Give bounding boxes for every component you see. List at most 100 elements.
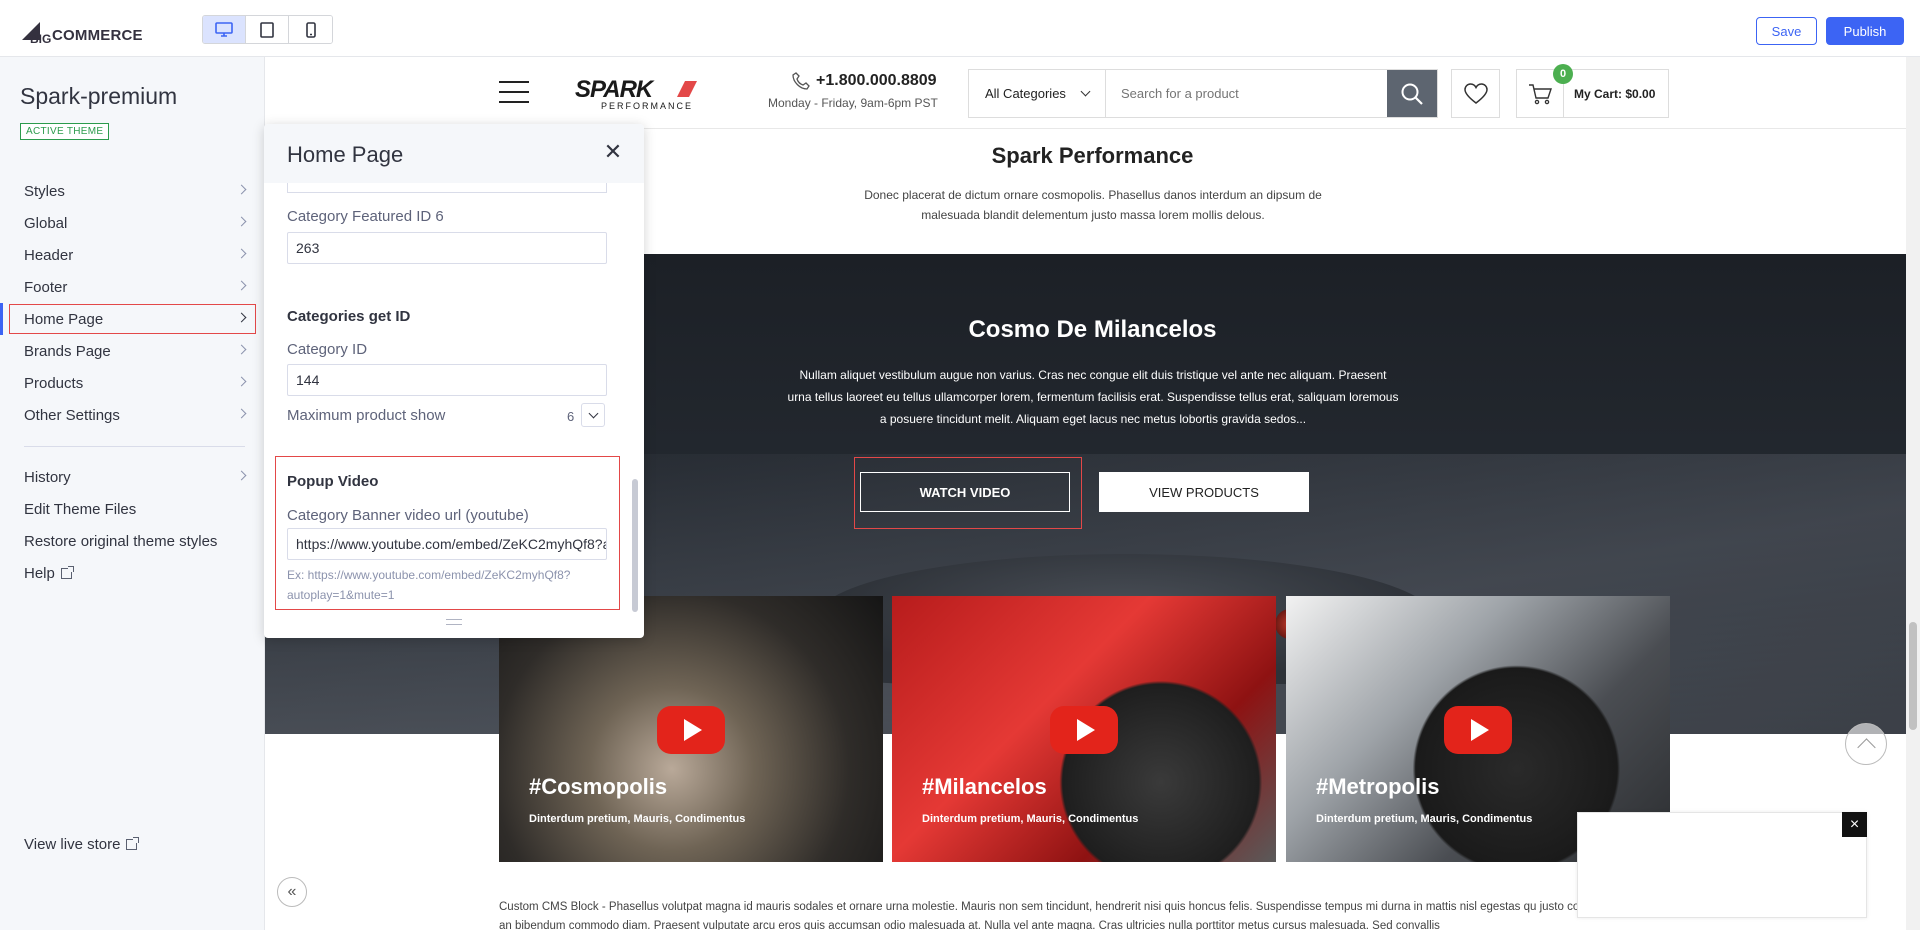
collapse-sidebar-button[interactable]: « [277,877,307,907]
cart-button[interactable]: 0 My Cart: $0.00 [1516,64,1669,118]
video-card-subtitle: Dinterdum pretium, Mauris, Condimentus [529,813,746,825]
chevron-down-icon [588,408,598,419]
cart-icon [1529,83,1552,104]
hamburger-menu-icon[interactable] [499,81,529,103]
sidebar-item-label: Help [24,564,55,582]
cart-icon-wrap: 0 [1517,64,1573,117]
spark-performance-logo[interactable]: SPARK PERFORMANCE [573,75,733,111]
sidebar-item-edit-theme-files[interactable]: Edit Theme Files [0,493,265,525]
sidebar-item-label: Global [24,214,68,232]
previous-field-input[interactable] [287,183,607,193]
sidebar-item-history[interactable]: History [0,461,265,493]
chevron-right-icon [236,280,247,291]
store-hours: Monday - Friday, 9am-6pm PST [768,96,938,110]
sidebar-item-help[interactable]: Help [0,557,265,589]
max-product-show-value: 6 [567,409,575,424]
search-icon [1401,83,1423,105]
preview-scrollbar-thumb[interactable] [1909,622,1917,730]
publish-button[interactable]: Publish [1826,17,1904,45]
store-search-bar: All Categories [968,69,1438,118]
sidebar-item-label: Other Settings [24,406,120,424]
preview-scrollbar[interactable] [1906,57,1920,930]
sidebar-item-styles[interactable]: Styles [0,175,265,207]
external-link-icon [126,837,140,850]
newsletter-popup [1577,812,1867,918]
save-button[interactable]: Save [1756,17,1817,45]
category-featured-id-6-input[interactable]: 263 [287,232,607,264]
wishlist-button[interactable] [1451,69,1500,118]
cart-count-badge: 0 [1553,64,1573,84]
home-page-settings-panel: Home Page ✕ Category Featured ID 6 263 C… [264,124,644,638]
chevron-right-icon [236,312,247,323]
categories-get-id-heading: Categories get ID [287,308,411,325]
mobile-icon [305,21,316,38]
category-select[interactable]: All Categories [969,70,1106,117]
chevron-down-icon [1080,86,1091,97]
sidebar-item-products[interactable]: Products [0,367,265,399]
desktop-view-button[interactable] [203,16,246,43]
chevron-right-icon [236,248,247,259]
sidebar-item-home-page[interactable]: Home Page [0,303,257,335]
scroll-to-top-button[interactable] [1845,723,1887,765]
video-url-input[interactable]: https://www.youtube.com/embed/ZeKC2myhQf… [287,528,607,560]
sidebar-nav: Styles Global Header Footer Home Page Br… [0,175,265,589]
max-product-show-select[interactable] [581,403,605,427]
logo-wordmark: COMMERCE [52,27,143,44]
tablet-view-button[interactable] [246,16,289,43]
phone-icon [792,72,810,90]
video-card[interactable]: #Milancelos Dinterdum pretium, Mauris, C… [892,596,1276,862]
category-select-value: All Categories [985,86,1066,101]
panel-scrollbar-thumb[interactable] [632,479,638,612]
sidebar-divider [24,446,245,447]
close-icon[interactable]: ✕ [602,139,624,164]
youtube-play-icon[interactable] [1444,706,1512,754]
sidebar-item-global[interactable]: Global [0,207,265,239]
sidebar-item-restore-styles[interactable]: Restore original theme styles [0,525,265,557]
category-id-label: Category ID [287,341,368,358]
youtube-play-icon[interactable] [1050,706,1118,754]
chevron-right-icon [236,344,247,355]
chevron-right-icon [236,216,247,227]
sidebar-item-brands-page[interactable]: Brands Page [0,335,265,367]
popup-close-button[interactable]: × [1842,812,1867,837]
sidebar-item-other-settings[interactable]: Other Settings [0,399,265,431]
product-search-input[interactable] [1106,70,1387,117]
panel-resize-grip[interactable] [446,619,462,625]
sidebar-item-label: Edit Theme Files [24,500,137,518]
mobile-view-button[interactable] [289,16,332,43]
category-featured-id-6-label: Category Featured ID 6 [287,208,444,225]
chevron-right-icon [236,376,247,387]
view-live-store-label: View live store [24,836,121,853]
cart-total-label: My Cart: $0.00 [1574,86,1656,101]
chevron-right-icon [236,408,247,419]
sidebar-item-label: Restore original theme styles [24,532,218,550]
sidebar-item-label: Products [24,374,84,392]
view-products-button[interactable]: VIEW PRODUCTS [1099,472,1309,512]
panel-scrollbar[interactable] [631,190,639,620]
popup-video-heading: Popup Video [287,473,379,490]
sidebar-item-label: Home Page [24,310,104,328]
video-card-subtitle: Dinterdum pretium, Mauris, Condimentus [1316,813,1533,825]
top-bar: BIG COMMERCE Save Publish [0,0,1920,57]
banner-description: Nullam aliquet vestibulum augue non vari… [787,368,1399,426]
heart-icon [1463,82,1488,104]
svg-text:BIG: BIG [30,32,51,44]
sidebar-item-label: Styles [24,182,65,200]
cms-block-text: Custom CMS Block - Phasellus volutpat ma… [499,901,1679,930]
video-url-hint: Ex: https://www.youtube.com/embed/ZeKC2m… [287,568,571,602]
sidebar-item-header[interactable]: Header [0,239,265,271]
watch-video-button[interactable]: WATCH VIDEO [860,472,1070,512]
sidebar-item-label: History [24,468,71,486]
theme-name: Spark-premium [20,83,178,109]
chevron-right-icon [236,184,247,195]
sidebar-item-footer[interactable]: Footer [0,271,265,303]
svg-text:SPARK: SPARK [575,76,655,103]
store-phone-block: +1.800.000.8809 Monday - Friday, 9am-6pm… [768,72,948,110]
sidebar-item-label: Footer [24,278,68,296]
view-live-store-link[interactable]: View live store [24,836,140,853]
category-id-input[interactable]: 144 [287,364,607,396]
tablet-icon [260,21,274,38]
panel-title: Home Page [287,142,404,167]
youtube-play-icon[interactable] [657,706,725,754]
search-button[interactable] [1387,70,1437,117]
